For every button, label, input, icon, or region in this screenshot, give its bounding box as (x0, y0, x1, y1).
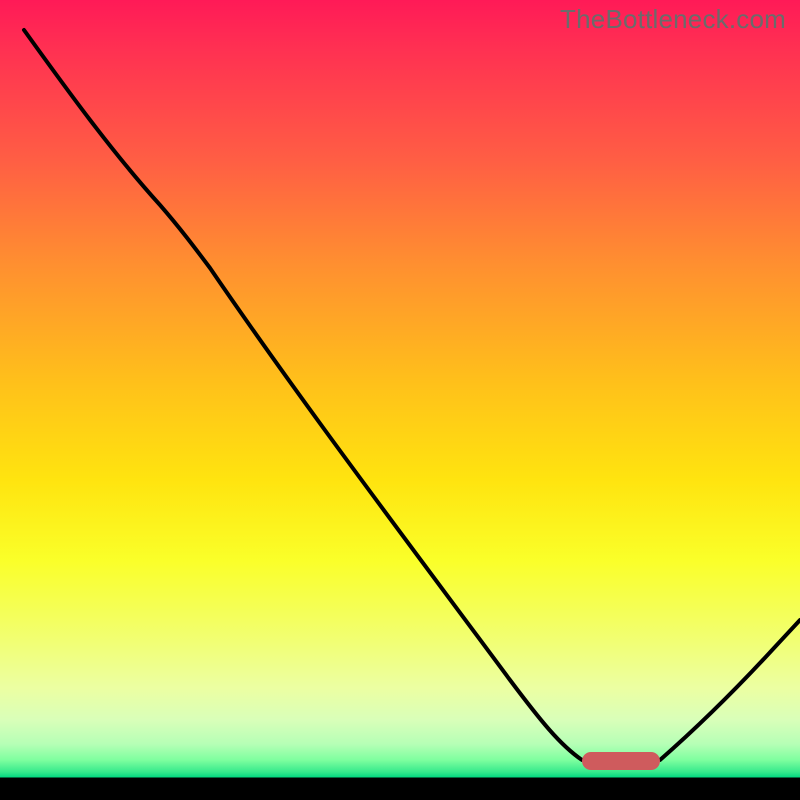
optimal-zone-marker (582, 752, 660, 770)
curve-overlay (0, 0, 800, 800)
bottleneck-curve-path (24, 30, 800, 760)
watermark-text: TheBottleneck.com (560, 4, 786, 35)
chart-canvas: TheBottleneck.com (0, 0, 800, 800)
